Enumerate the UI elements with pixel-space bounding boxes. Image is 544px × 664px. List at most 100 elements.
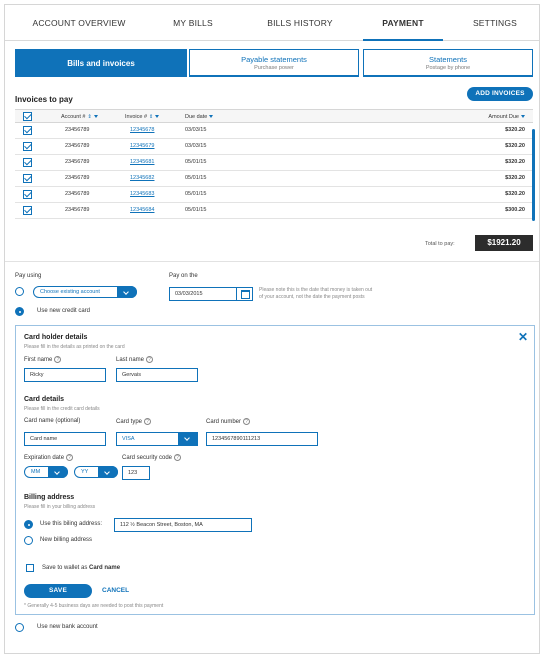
chevron-down-icon bbox=[178, 432, 198, 446]
existing-account-label: Choose existing account bbox=[40, 289, 100, 295]
row-checkbox[interactable] bbox=[23, 206, 32, 215]
save-button[interactable]: SAVE bbox=[24, 584, 92, 598]
table-row[interactable]: 23456789 12345678 03/03/15 $320.20 bbox=[15, 123, 533, 139]
holder-help: Please fill in the details as printed on… bbox=[24, 344, 125, 350]
pay-date-input[interactable]: 03/03/2015 bbox=[169, 287, 253, 301]
table-scrollbar[interactable] bbox=[532, 129, 535, 221]
first-name-label: First name? bbox=[24, 356, 62, 364]
new-billing-radio[interactable] bbox=[24, 536, 33, 545]
security-code-input[interactable]: 123 bbox=[122, 466, 150, 480]
account-cell: 23456789 bbox=[65, 175, 90, 181]
amount-cell: $320.20 bbox=[505, 127, 525, 133]
invoice-link[interactable]: 12345682 bbox=[130, 171, 154, 186]
amount-cell: $320.20 bbox=[505, 143, 525, 149]
col-account[interactable]: Account # ⇕ bbox=[61, 110, 98, 124]
new-billing-label: New billing address bbox=[40, 537, 93, 543]
save-wallet-label: Save to wallet as Card name bbox=[42, 565, 120, 571]
save-wallet-name: Card name bbox=[89, 565, 121, 571]
calendar-icon[interactable] bbox=[236, 287, 252, 301]
col-amount[interactable]: Amount Due bbox=[488, 110, 525, 124]
due-cell: 05/01/15 bbox=[185, 159, 207, 165]
pay-using-label: Pay using bbox=[15, 273, 42, 279]
invoices-table: Account # ⇕ Invoice # ⇕ Due date Amount Du… bbox=[15, 109, 533, 219]
due-cell: 05/01/15 bbox=[185, 191, 207, 197]
due-cell: 03/03/15 bbox=[185, 127, 207, 133]
month-value: MM bbox=[31, 469, 41, 475]
chevron-down-icon bbox=[48, 466, 68, 478]
sort-icon: ⇕ bbox=[149, 114, 154, 120]
footnote: * Generally 4-5 business days are needed… bbox=[24, 603, 164, 609]
use-billing-radio[interactable] bbox=[24, 520, 33, 529]
close-icon[interactable]: ✕ bbox=[518, 330, 528, 344]
table-row[interactable]: 23456789 12345679 03/03/15 $320.20 bbox=[15, 139, 533, 155]
table-header: Account # ⇕ Invoice # ⇕ Due date Amount Du… bbox=[15, 109, 533, 123]
subtab-bills-and-invoices[interactable]: Bills and invoices bbox=[15, 49, 187, 77]
new-bank-account-radio[interactable] bbox=[15, 623, 24, 632]
new-card-panel: ✕ Card holder details Please fill in the… bbox=[15, 325, 535, 615]
subtab-payable-statements[interactable]: Payable statements Purchase power bbox=[189, 49, 359, 77]
row-checkbox[interactable] bbox=[23, 142, 32, 151]
expiration-year-select[interactable]: YY bbox=[74, 466, 118, 478]
last-name-label: Last name? bbox=[116, 356, 154, 363]
existing-account-radio[interactable] bbox=[15, 287, 24, 296]
table-row[interactable]: 23456789 12345681 05/01/15 $320.20 bbox=[15, 155, 533, 171]
billing-address-input[interactable]: 112 ½ Beacon Street, Boston, MA bbox=[114, 518, 252, 532]
tab-account-overview[interactable]: ACCOUNT OVERVIEW bbox=[5, 5, 153, 41]
card-name-label: Card name (optional) bbox=[24, 418, 81, 424]
new-credit-card-radio[interactable] bbox=[15, 307, 24, 316]
table-row[interactable]: 23456789 12345682 05/01/15 $320.20 bbox=[15, 171, 533, 187]
card-type-label-text: Card type bbox=[116, 419, 143, 426]
col-invoice[interactable]: Invoice # ⇕ bbox=[125, 110, 160, 124]
help-icon[interactable]: ? bbox=[243, 418, 251, 425]
holder-title: Card holder details bbox=[24, 334, 88, 341]
card-type-select[interactable]: VISA bbox=[116, 432, 198, 446]
save-wallet-checkbox[interactable] bbox=[26, 564, 34, 572]
account-cell: 23456789 bbox=[65, 207, 90, 213]
invoice-link[interactable]: 12345683 bbox=[130, 187, 154, 202]
details-help: Please fill in the credit card details bbox=[24, 406, 100, 412]
expiration-month-select[interactable]: MM bbox=[24, 466, 68, 478]
row-checkbox[interactable] bbox=[23, 190, 32, 199]
tab-bills-history[interactable]: BILLS HISTORY bbox=[250, 5, 350, 41]
account-cell: 23456789 bbox=[65, 159, 90, 165]
tab-payment[interactable]: PAYMENT bbox=[363, 5, 443, 41]
date-note-line-1: Please note this is the date that money … bbox=[259, 287, 373, 293]
row-checkbox[interactable] bbox=[23, 158, 32, 167]
card-number-input[interactable]: 1234567890111213 bbox=[206, 432, 318, 446]
payment-page: ACCOUNT OVERVIEW MY BILLS BILLS HISTORY … bbox=[4, 4, 540, 654]
invoice-link[interactable]: 12345684 bbox=[130, 203, 154, 218]
add-invoices-button[interactable]: ADD INVOICES bbox=[467, 87, 533, 101]
amount-cell: $320.20 bbox=[505, 159, 525, 165]
tab-settings[interactable]: SETTINGS bbox=[455, 5, 535, 41]
help-icon[interactable]: ? bbox=[174, 454, 182, 461]
first-name-input[interactable]: Ricky bbox=[24, 368, 106, 382]
first-name-label-text: First name bbox=[24, 357, 53, 364]
cancel-button[interactable]: CANCEL bbox=[102, 587, 129, 594]
table-row[interactable]: 23456789 12345684 05/01/15 $300.20 bbox=[15, 203, 533, 219]
last-name-input[interactable]: Gervais bbox=[116, 368, 198, 382]
invoices-title: Invoices to pay bbox=[15, 95, 73, 104]
tab-my-bills[interactable]: MY BILLS bbox=[153, 5, 233, 41]
table-row[interactable]: 23456789 12345683 05/01/15 $320.20 bbox=[15, 187, 533, 203]
col-due-date[interactable]: Due date bbox=[185, 110, 214, 124]
help-icon[interactable]: ? bbox=[54, 356, 62, 363]
invoice-link[interactable]: 12345678 bbox=[130, 123, 154, 138]
due-cell: 03/03/15 bbox=[185, 143, 207, 149]
invoice-link[interactable]: 12345681 bbox=[130, 155, 154, 170]
subtab-sublabel: Purchase power bbox=[254, 65, 294, 71]
row-checkbox[interactable] bbox=[23, 174, 32, 183]
invoice-link[interactable]: 12345679 bbox=[130, 139, 154, 154]
row-checkbox[interactable] bbox=[23, 126, 32, 135]
existing-account-select[interactable]: Choose existing account bbox=[33, 286, 137, 298]
help-icon[interactable]: ? bbox=[146, 356, 154, 363]
subtab-statements[interactable]: Statements Postage by phone bbox=[363, 49, 533, 77]
account-cell: 23456789 bbox=[65, 143, 90, 149]
due-cell: 05/01/15 bbox=[185, 207, 207, 213]
amount-cell: $300.20 bbox=[505, 207, 525, 213]
help-icon[interactable]: ? bbox=[66, 454, 74, 461]
account-cell: 23456789 bbox=[65, 127, 90, 133]
help-icon[interactable]: ? bbox=[144, 418, 152, 425]
select-all-checkbox[interactable] bbox=[23, 112, 32, 121]
chevron-down-icon bbox=[98, 466, 118, 478]
card-name-input[interactable]: Card name bbox=[24, 432, 106, 446]
